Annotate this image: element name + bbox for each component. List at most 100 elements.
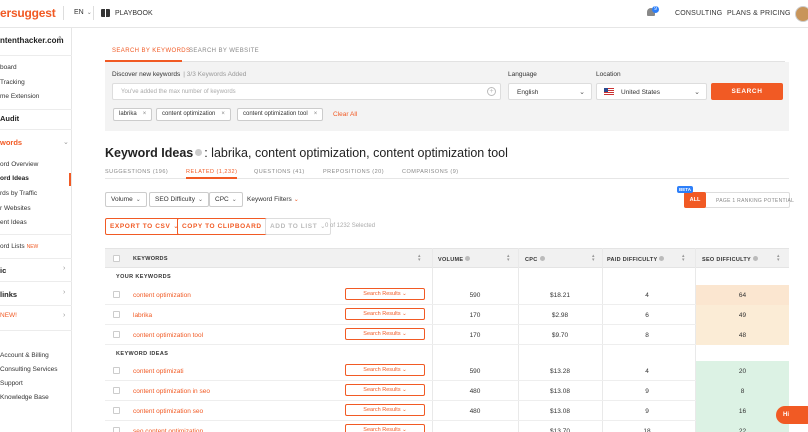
export-csv-button[interactable]: EXPORT TO CSV⌄ (105, 218, 185, 235)
help-widget[interactable]: Hi (776, 406, 808, 424)
column-header-seo-difficulty[interactable]: SEO DIFFICULTY (702, 256, 759, 263)
tab-search-by-website[interactable]: SEARCH BY WEBSITE (189, 48, 259, 54)
sidebar-item-overview[interactable]: ord Overview (0, 161, 38, 168)
tab-search-by-keywords[interactable]: SEARCH BY KEYWORDS (112, 48, 190, 54)
select-all-checkbox[interactable] (113, 255, 120, 262)
row-checkbox[interactable] (113, 311, 120, 318)
close-icon[interactable]: × (143, 111, 147, 117)
sidebar-item-content-ideas[interactable]: ent Ideas (0, 219, 27, 226)
divider (0, 305, 72, 306)
search-results-button[interactable]: Search Results ⌄ (345, 328, 425, 340)
add-to-list-button[interactable]: ADD TO LIST ⌄ (265, 218, 331, 235)
search-results-button[interactable]: Search Results ⌄ (345, 364, 425, 376)
sidebar-item-lists[interactable]: ord Lists NEW (0, 243, 38, 250)
sort-icon[interactable]: ▴ ▾ (418, 254, 421, 263)
sort-icon[interactable]: ▴ ▾ (507, 254, 510, 263)
row-checkbox[interactable] (113, 367, 120, 374)
close-icon[interactable]: × (221, 111, 225, 117)
keyword-link[interactable]: content optimization seo (133, 408, 203, 415)
sidebar-item-websites[interactable]: r Websites (0, 205, 31, 212)
sidebar-item-support[interactable]: Support (0, 380, 23, 387)
subtab-active-underline (186, 177, 237, 179)
copy-clipboard-button[interactable]: COPY TO CLIPBOARD⌄ (177, 218, 276, 235)
tab-related[interactable]: RELATED (1,232) (186, 169, 237, 175)
keyword-link[interactable]: content optimization tool (133, 332, 203, 339)
keyword-link[interactable]: content optimization in seo (133, 388, 210, 395)
sidebar-item-audit[interactable]: Audit (0, 114, 19, 123)
info-icon[interactable] (195, 149, 203, 156)
playbook-link[interactable]: PLAYBOOK (101, 9, 153, 17)
notifications-bell[interactable]: 9 (645, 6, 659, 19)
language-switcher[interactable]: EN ⌄ (74, 9, 92, 16)
chevron-right-icon[interactable]: › (63, 265, 65, 272)
table-row: seo content optimization Search Results ⌄… (105, 421, 789, 432)
table-row: content optimizati Search Results ⌄ 590 $13… (105, 361, 789, 381)
chevron-updown-icon[interactable]: ⇕ (57, 35, 63, 43)
row-checkbox[interactable] (113, 387, 120, 394)
column-header-keywords[interactable]: KEYWORDS (133, 256, 168, 262)
consulting-link[interactable]: CONSULTING (675, 10, 722, 17)
sidebar-section-keywords[interactable]: words (0, 138, 22, 147)
sidebar-section-backlinks[interactable]: links (0, 290, 17, 299)
search-results-button[interactable]: Search Results ⌄ (345, 404, 425, 416)
sidebar-item-ideas[interactable]: ord Ideas (0, 175, 29, 182)
search-results-button[interactable]: Search Results ⌄ (345, 384, 425, 396)
row-checkbox[interactable] (113, 331, 120, 338)
column-header-paid-difficulty[interactable]: PAID DIFFICULTY (607, 256, 665, 263)
search-results-label: Search Results (363, 291, 401, 297)
sidebar-item-traffic[interactable]: rds by Traffic (0, 190, 37, 197)
add-icon[interactable]: + (487, 87, 496, 96)
keyword-link[interactable]: seo content optimization (133, 428, 203, 432)
tab-comparisons[interactable]: COMPARISONS (9) (402, 169, 459, 175)
language-select[interactable]: English ⌄ (508, 83, 592, 100)
seo-difficulty-filter[interactable]: SEO Difficulty ⌄ (149, 192, 210, 207)
sidebar-item-dashboard[interactable]: board (0, 64, 17, 71)
sidebar-item-consulting[interactable]: Consulting Services (0, 366, 57, 373)
tab-suggestions[interactable]: SUGGESTIONS (196) (105, 169, 168, 175)
seo-difficulty-value: 64 (738, 292, 747, 299)
keyword-filters-toggle[interactable]: Keyword Filters ⌄ (247, 196, 299, 203)
keyword-link[interactable]: content optimizati (133, 368, 184, 375)
search-results-button[interactable]: Search Results ⌄ (345, 424, 425, 432)
seo-difficulty-cell: 8 (696, 381, 789, 401)
sidebar-item-tracking[interactable]: Tracking (0, 79, 25, 86)
project-domain[interactable]: ntenthacker.com (0, 36, 64, 45)
chevron-down-icon[interactable]: ⌄ (63, 138, 69, 146)
search-results-label: Search Results (363, 331, 401, 337)
avatar[interactable] (795, 6, 808, 22)
volume-filter[interactable]: Volume ⌄ (105, 192, 147, 207)
toggle-page1-potential[interactable]: PAGE 1 RANKING POTENTIAL (716, 198, 794, 204)
plans-pricing-link[interactable]: PLANS & PRICING (727, 10, 791, 17)
sidebar-item-knowledge-base[interactable]: Knowledge Base (0, 394, 49, 401)
tab-prepositions[interactable]: PREPOSITIONS (20) (323, 169, 384, 175)
chevron-right-icon[interactable]: › (63, 289, 65, 296)
row-checkbox[interactable] (113, 291, 120, 298)
close-icon[interactable]: × (314, 111, 318, 117)
sidebar-section-traffic[interactable]: ic (0, 266, 6, 275)
sidebar-section-new[interactable]: NEW! (0, 312, 17, 319)
seo-difficulty-cell: 49 (696, 305, 789, 325)
tab-questions[interactable]: QUESTIONS (41) (254, 169, 305, 175)
chevron-right-icon[interactable]: › (63, 312, 65, 319)
column-header-cpc[interactable]: CPC (525, 256, 545, 263)
sidebar-item-extension[interactable]: me Extension (0, 93, 39, 100)
column-header-volume[interactable]: VOLUME (438, 256, 471, 263)
sidebar-item-account[interactable]: Account & Billing (0, 352, 49, 359)
keyword-input[interactable]: You've added the max number of keywords … (112, 83, 501, 100)
page-title-main: Keyword Ideas (105, 146, 194, 160)
sort-icon[interactable]: ▴ ▾ (592, 254, 595, 263)
clear-all-link[interactable]: Clear All (333, 111, 357, 118)
sort-icon[interactable]: ▴ ▾ (777, 254, 780, 263)
keyword-link[interactable]: labrika (133, 312, 152, 319)
keyword-link[interactable]: content optimization (133, 292, 191, 299)
toggle-all[interactable]: ALL (684, 192, 706, 208)
table-row: content optimization seo Search Results ⌄… (105, 401, 789, 421)
cpc-filter[interactable]: CPC ⌄ (209, 192, 243, 207)
row-checkbox[interactable] (113, 427, 120, 432)
logo[interactable]: ersuggest (0, 6, 56, 20)
sort-icon[interactable]: ▴ ▾ (682, 254, 685, 263)
search-results-button[interactable]: Search Results ⌄ (345, 288, 425, 300)
row-checkbox[interactable] (113, 407, 120, 414)
search-button[interactable]: SEARCH (711, 83, 783, 100)
search-results-button[interactable]: Search Results ⌄ (345, 308, 425, 320)
